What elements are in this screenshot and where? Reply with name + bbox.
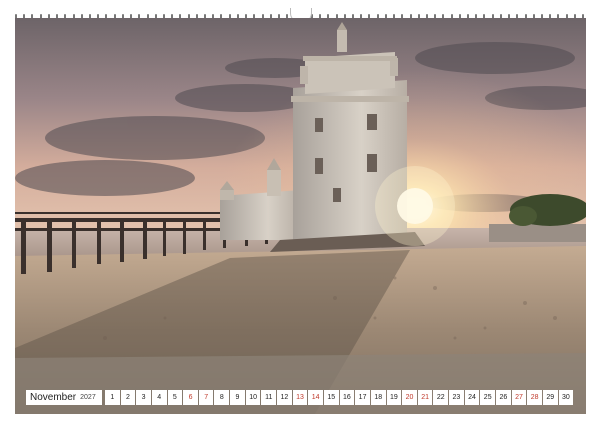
- month-label-box: November 2027: [26, 390, 102, 405]
- day-cell: 24: [464, 390, 480, 405]
- day-cell: 25: [480, 390, 496, 405]
- day-cell: 13: [292, 390, 308, 405]
- day-cell: 26: [496, 390, 511, 405]
- day-cell: 10: [245, 390, 261, 405]
- day-cell: 2: [120, 390, 136, 405]
- calendar-page: November 2027 1 2 3 4 5 6 7 8 9 10 11 12 13 14 15 16 17 1…: [0, 0, 600, 432]
- day-cell: 6: [183, 390, 198, 405]
- day-cell: 20: [402, 390, 417, 405]
- day-cell: 14: [308, 390, 323, 405]
- day-cell: 12: [277, 390, 292, 405]
- day-cell: 7: [198, 390, 214, 405]
- day-cell: 18: [370, 390, 386, 405]
- day-cell: 23: [449, 390, 464, 405]
- day-cell: 17: [355, 390, 370, 405]
- day-cell: 4: [151, 390, 167, 405]
- month-name: November: [30, 392, 77, 403]
- day-cell: 15: [323, 390, 339, 405]
- day-cell: 30: [558, 390, 574, 405]
- day-cell: 3: [136, 390, 151, 405]
- day-cell: 9: [230, 390, 245, 405]
- day-cell: 19: [386, 390, 402, 405]
- day-cell: 27: [511, 390, 527, 405]
- day-cell: 22: [433, 390, 449, 405]
- calendar-strip: November 2027 1 2 3 4 5 6 7 8 9 10 11 12 13 14 15 16 17 1…: [26, 389, 574, 406]
- day-cell: 29: [542, 390, 558, 405]
- photo-belem-tower: [15, 18, 586, 414]
- day-cell: 16: [339, 390, 355, 405]
- day-cell: 5: [167, 390, 183, 405]
- day-cell: 1: [105, 390, 120, 405]
- day-cells: 1 2 3 4 5 6 7 8 9 10 11 12 13 14 15 16 17 18 19 20 21 22 23 24 2…: [105, 390, 574, 405]
- day-cell: 8: [214, 390, 230, 405]
- day-cell: 11: [261, 390, 277, 405]
- day-cell: 21: [417, 390, 433, 405]
- day-cell: 28: [527, 390, 542, 405]
- year-label: 2027: [80, 394, 96, 401]
